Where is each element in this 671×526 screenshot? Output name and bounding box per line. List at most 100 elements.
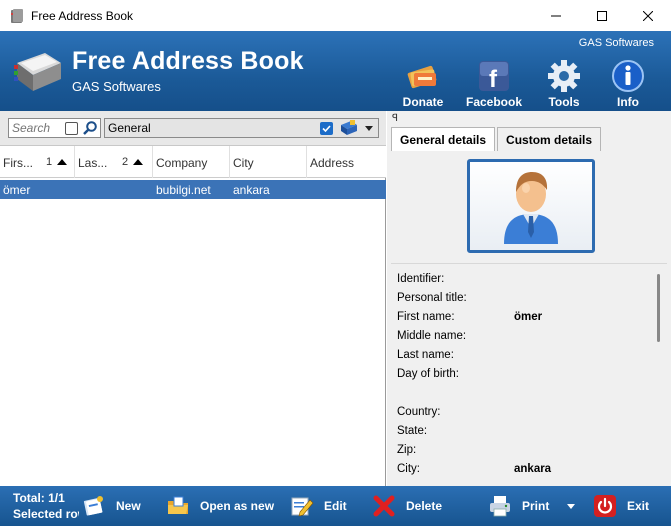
edit-icon [291, 497, 314, 517]
delete-icon [373, 495, 395, 517]
print-button[interactable]: Print [488, 494, 576, 518]
donate-button[interactable]: Donate [393, 59, 453, 109]
search-icon[interactable] [82, 120, 98, 136]
app-header: Free Address Book GAS Softwares GAS Soft… [0, 31, 671, 111]
svg-text:f: f [489, 66, 498, 93]
tools-button[interactable]: Tools [534, 59, 594, 109]
table-row[interactable]: ömer bubilgi.net ankara [0, 180, 386, 199]
pin-icon[interactable]: ꟼ [392, 113, 398, 124]
edit-label: Edit [324, 499, 347, 513]
person-avatar-icon [504, 172, 558, 244]
field-label: Day of birth: [397, 368, 459, 380]
open-as-new-label: Open as new [200, 499, 275, 513]
field-label: Country: [397, 406, 441, 418]
minimize-button[interactable] [533, 0, 579, 31]
chevron-down-icon[interactable] [567, 503, 576, 509]
app-book-icon [11, 8, 23, 23]
field-label: Identifier: [397, 273, 445, 285]
vendor-link[interactable]: GAS Softwares [579, 37, 654, 49]
field-label: State: [397, 425, 428, 437]
column-address-label: Address [310, 156, 355, 170]
search-box [8, 118, 101, 138]
tab-custom-details[interactable]: Custom details [497, 127, 602, 151]
sort-order-last: 2 [122, 156, 129, 168]
info-icon [612, 60, 644, 92]
cell-city: ankara [233, 183, 270, 197]
group-filter-checkbox[interactable] [320, 122, 333, 135]
details-separator [391, 263, 667, 264]
contact-list-pane: General Firs... 1 Las... 2 Company [0, 111, 386, 486]
column-first-name-label: Firs... [3, 156, 33, 170]
details-tabs: General details Custom details [391, 127, 602, 151]
sort-order-first: 1 [46, 156, 53, 168]
info-label: Info [617, 95, 639, 109]
facebook-label: Facebook [465, 95, 522, 109]
column-company[interactable]: Company [153, 146, 230, 178]
donate-icon [407, 65, 437, 89]
open-folder-icon [168, 496, 188, 514]
search-input[interactable] [9, 119, 65, 137]
new-button[interactable]: New [82, 494, 141, 518]
status-selected: Selected rows: 1 [13, 507, 79, 521]
field-value: ömer [514, 311, 543, 323]
sort-ascending-icon [133, 159, 143, 165]
group-select[interactable]: General [104, 118, 379, 138]
tools-label: Tools [548, 95, 580, 109]
power-icon [594, 495, 616, 517]
field-value: ankara [514, 463, 552, 475]
vendor-name: GAS Softwares [72, 79, 161, 94]
edit-button[interactable]: Edit [290, 494, 347, 518]
minimize-icon [551, 15, 561, 16]
column-last-name[interactable]: Las... 2 [75, 146, 153, 178]
column-city[interactable]: City [230, 146, 307, 178]
printer-icon [490, 496, 510, 517]
new-label: New [116, 499, 141, 513]
delete-label: Delete [406, 499, 443, 513]
facebook-icon: f [479, 61, 509, 93]
group-select-value: General [108, 121, 151, 135]
gear-icon [548, 60, 580, 92]
exit-button[interactable]: Exit [593, 494, 649, 518]
close-button[interactable] [625, 0, 671, 31]
close-icon [643, 10, 653, 21]
app-name: Free Address Book [72, 47, 304, 75]
new-contact-icon [83, 496, 103, 516]
print-label: Print [522, 499, 550, 513]
cell-company: bubilgi.net [156, 183, 211, 197]
sort-ascending-icon [57, 159, 67, 165]
field-label: Last name: [397, 349, 454, 361]
cell-first-name: ömer [3, 183, 31, 197]
tab-general-details[interactable]: General details [391, 127, 496, 151]
donate-label: Donate [402, 95, 444, 109]
column-first-name[interactable]: Firs... 1 [0, 146, 75, 178]
status-total: Total: 1/1 [13, 491, 65, 505]
details-scrollbar[interactable] [657, 274, 660, 342]
maximize-icon [597, 10, 607, 21]
field-label: First name: [397, 311, 455, 323]
field-label: Zip: [397, 444, 417, 456]
facebook-button[interactable]: f Facebook [464, 59, 524, 109]
field-label: City: [397, 463, 420, 475]
filter-bar: General [0, 111, 386, 146]
column-city-label: City [233, 156, 254, 170]
contact-photo[interactable] [467, 159, 595, 253]
bottom-toolbar: Total: 1/1 Selected rows: 1 New Open as … [0, 486, 671, 526]
window-title: Free Address Book [31, 8, 134, 23]
info-button[interactable]: Info [598, 59, 658, 109]
group-book-icon[interactable] [340, 120, 358, 136]
exit-label: Exit [627, 499, 650, 513]
field-label: Middle name: [397, 330, 467, 342]
address-book-logo-icon [14, 53, 61, 91]
checkmark-icon [322, 125, 331, 133]
window-titlebar: Free Address Book [0, 0, 671, 31]
status-panel: Total: 1/1 Selected rows: 1 [13, 490, 79, 522]
maximize-button[interactable] [579, 0, 625, 31]
grid-header: Firs... 1 Las... 2 Company City Address [0, 146, 386, 178]
delete-button[interactable]: Delete [372, 494, 442, 518]
column-address[interactable]: Address [307, 146, 386, 178]
field-label: Personal title: [397, 292, 467, 304]
chevron-down-icon[interactable] [365, 126, 373, 131]
column-company-label: Company [156, 156, 208, 170]
open-as-new-button[interactable]: Open as new [166, 494, 274, 518]
search-option-checkbox[interactable] [65, 122, 78, 135]
